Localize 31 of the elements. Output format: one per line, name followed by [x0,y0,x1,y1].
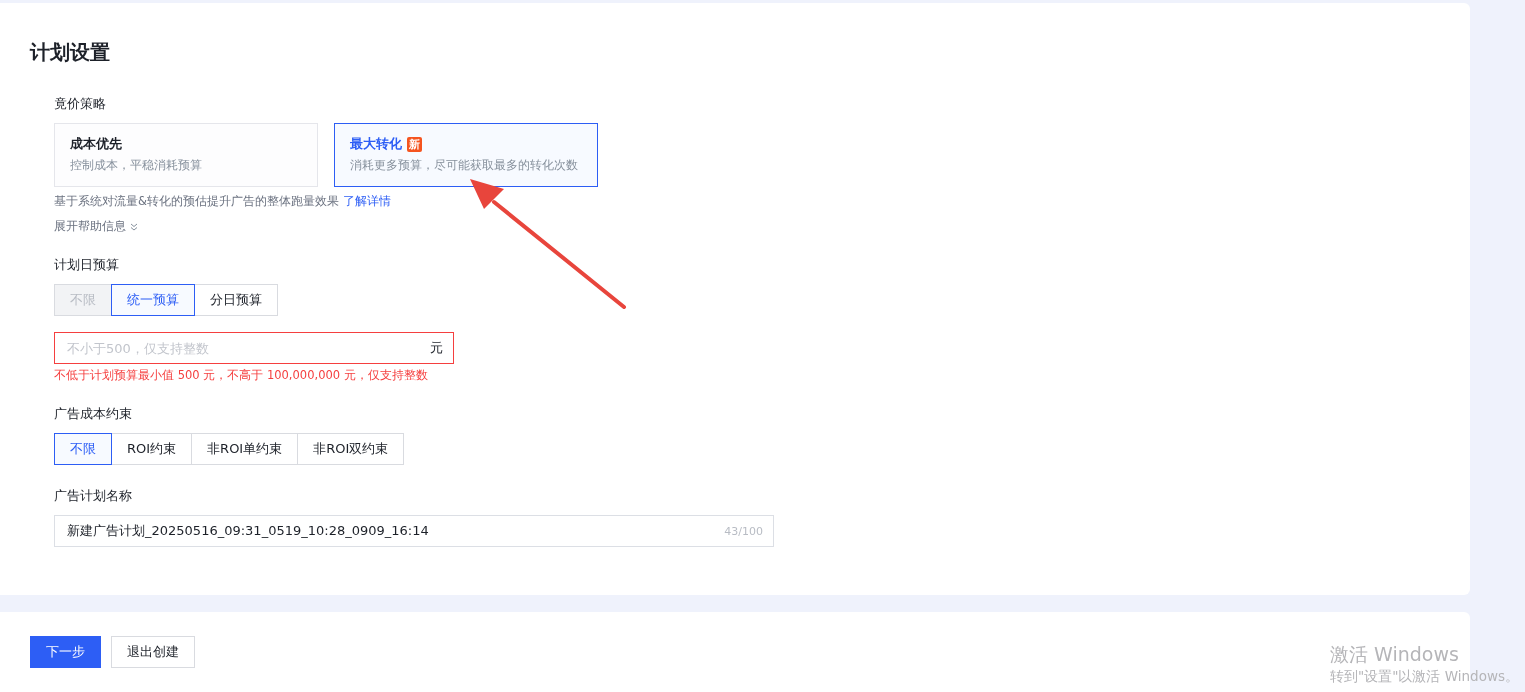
segment-tab[interactable]: 非ROI双约束 [297,433,405,465]
field-label: 广告成本约束 [54,405,133,423]
field-label: 计划日预算 [54,256,120,274]
field-label: 广告计划名称 [54,487,133,505]
option-description: 控制成本，平稳消耗预算 [70,158,203,173]
segment-tab[interactable]: 分日预算 [194,284,278,316]
new-badge: 新 [407,136,422,152]
details-link[interactable]: 了解详情 [342,194,391,209]
hint-text: 基于系统对流量&转化的预估提升广告的整体跑量效果 [54,194,339,209]
segment-tab[interactable]: 非ROI单约束 [191,433,299,465]
page-title: 计划设置 [30,39,111,65]
budget-field[interactable]: 不小于500，仅支持整数 元 [54,332,454,364]
expand-help-link[interactable]: 展开帮助信息 [54,219,138,234]
error-message: 不低于计划预算最小值 500 元，不高于 100,000,000 元，仅支持整数 [54,368,429,383]
plan-name-field[interactable]: 新建广告计划_20250516_09:31_0519_10:28_0909_16:14 43/100 [54,515,774,547]
strategy-option[interactable]: 成本优先 控制成本，平稳消耗预算 [54,123,318,187]
field-label: 竟价策略 [54,95,107,113]
char-counter: 43/100 [724,524,763,538]
segment-tab[interactable]: ROI约束 [111,433,193,465]
segment-tab[interactable]: 不限 [54,433,112,465]
activation-title: 激活 Windows [1330,642,1460,666]
segment-tab[interactable]: 统一预算 [111,284,195,316]
next-button[interactable]: 下一步 [30,636,101,668]
strategy-option[interactable]: 最大转化 新 消耗更多预算，尽可能获取最多的转化次数 [334,123,598,187]
exit-button[interactable]: 退出创建 [111,636,195,668]
chevron-down-icon [130,222,138,231]
activation-hint: 转到"设置"以激活 Windows。 [1330,667,1519,686]
unit-text: 元 [430,339,443,357]
option-description: 消耗更多预算，尽可能获取最多的转化次数 [350,158,579,173]
option-title: 最大转化 [350,135,402,153]
option-title: 成本优先 [70,135,122,153]
